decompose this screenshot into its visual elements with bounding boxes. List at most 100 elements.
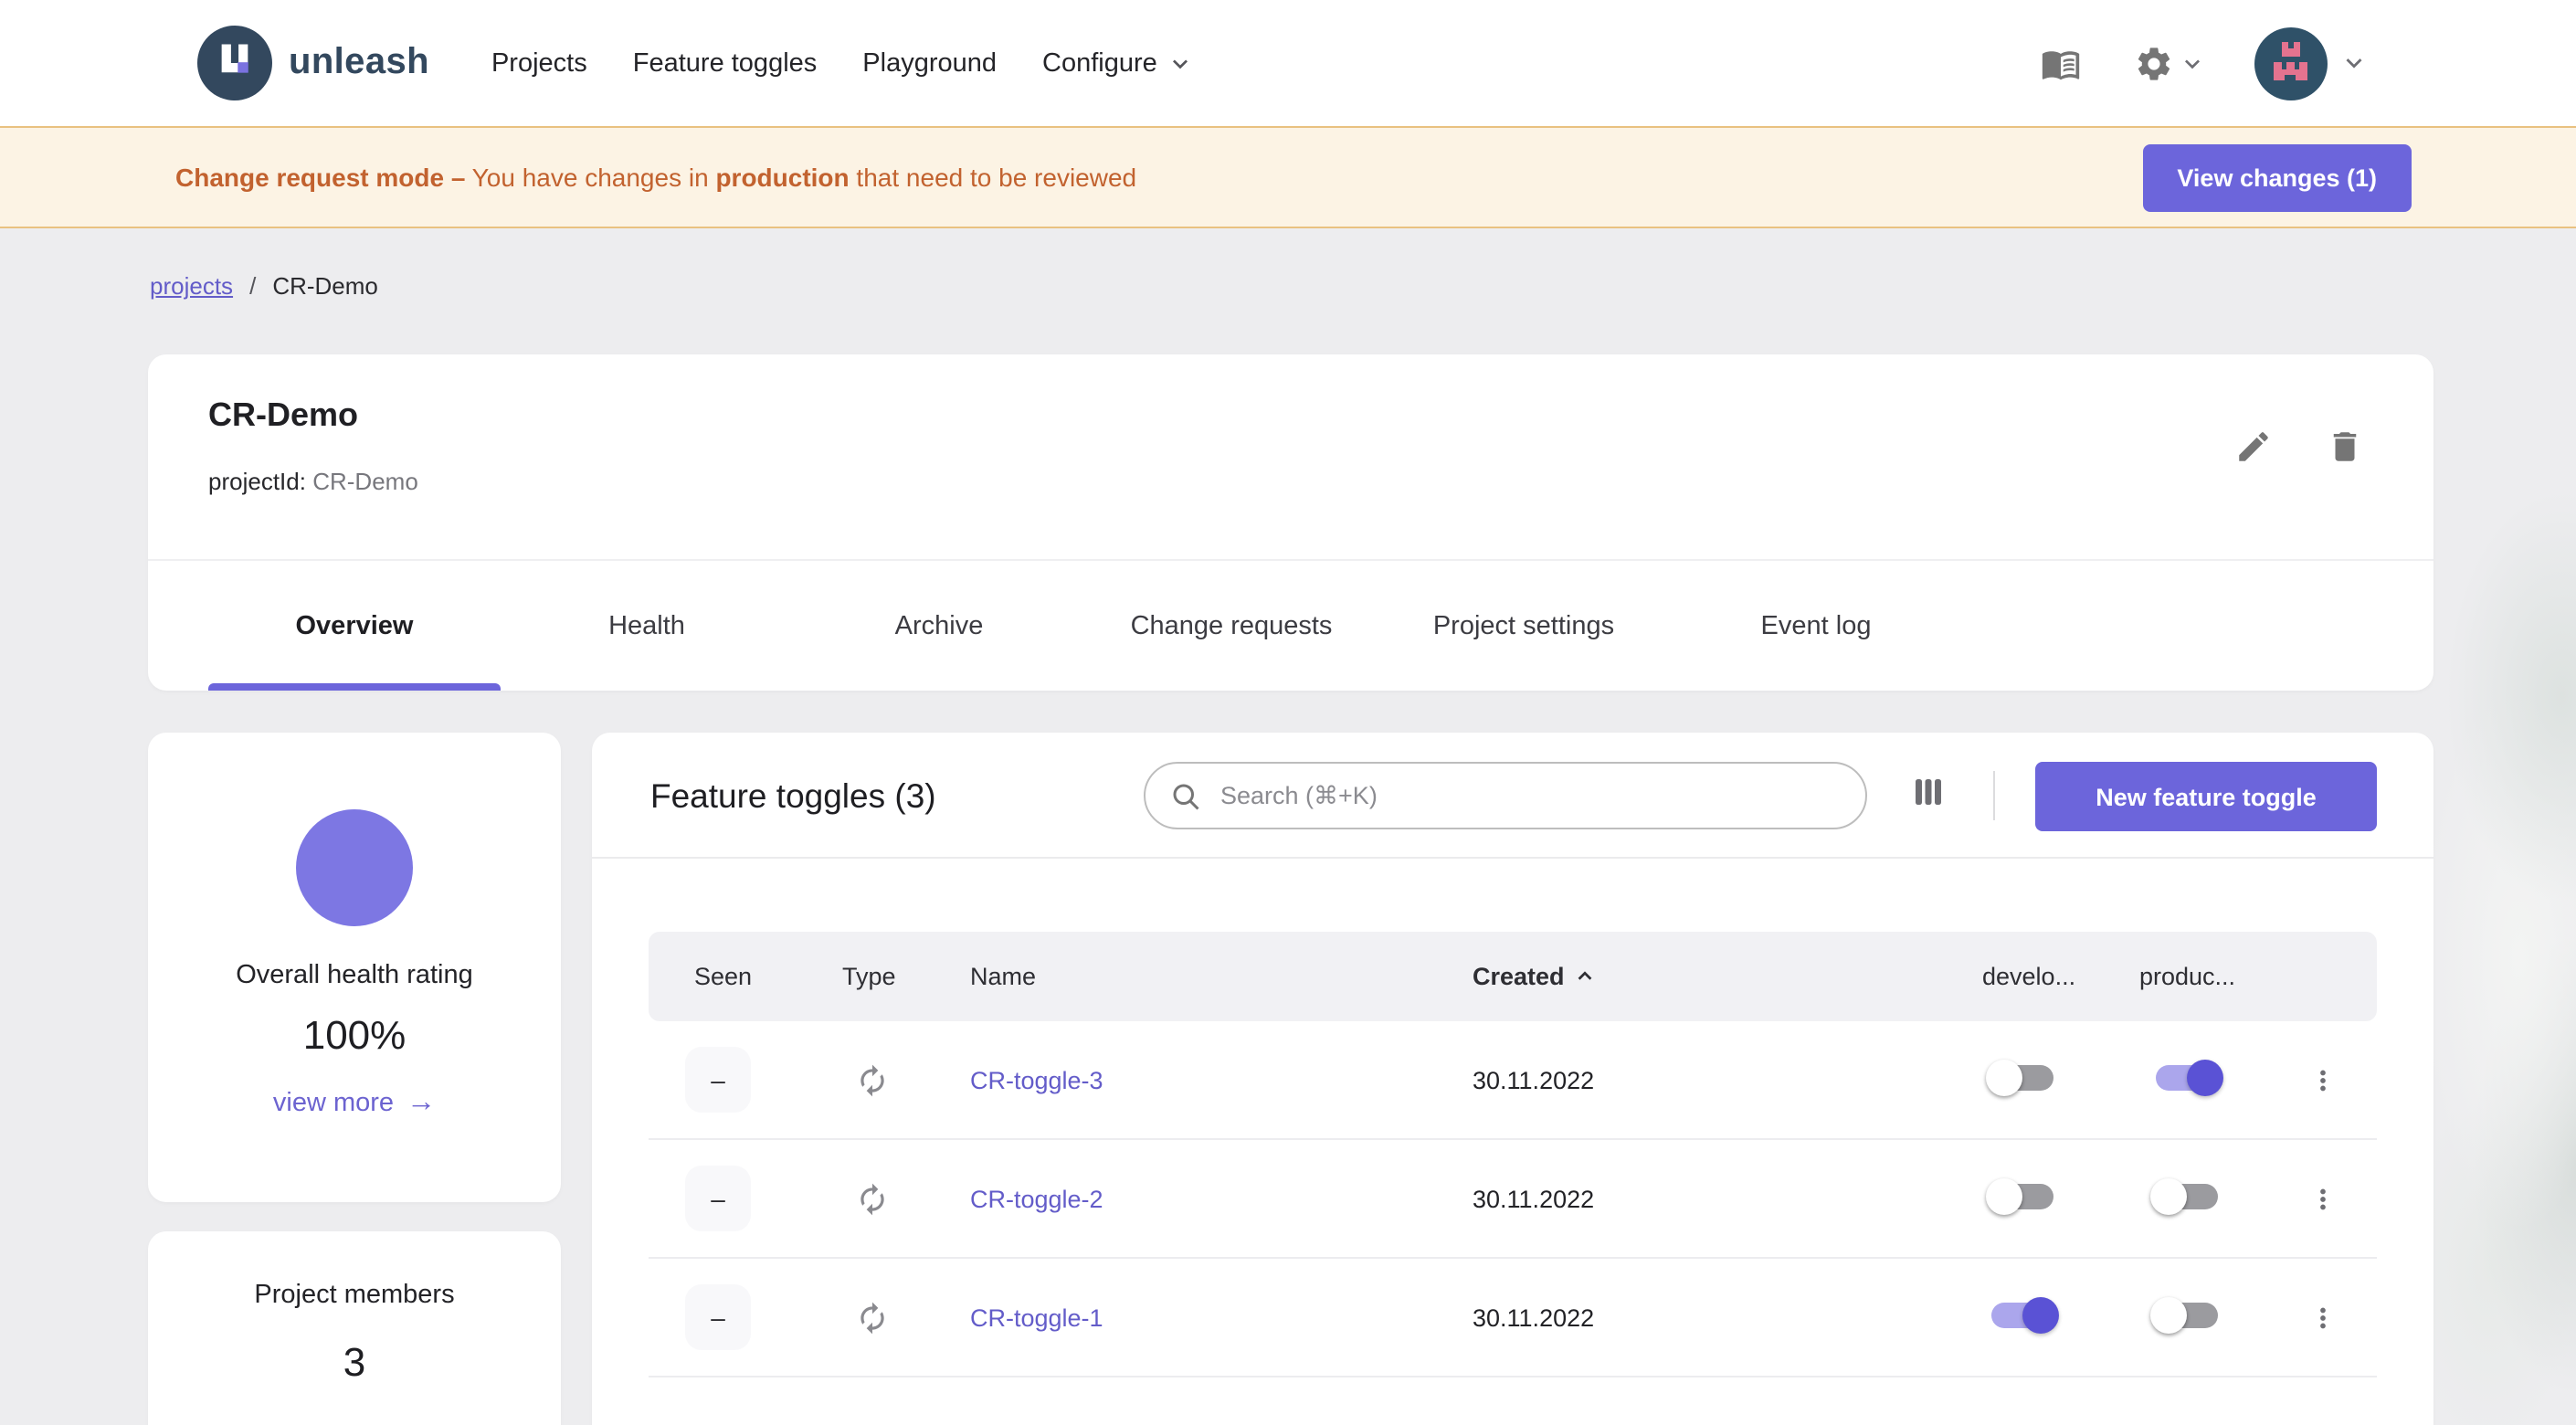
production-toggle[interactable] [2150, 1059, 2223, 1095]
project-members-card: Project members 3 [148, 1231, 561, 1425]
settings-gear-menu[interactable] [2134, 43, 2207, 83]
edit-pencil-icon[interactable] [2234, 428, 2273, 466]
user-profile-menu[interactable] [2254, 26, 2370, 100]
project-header-card: CR-Demo projectId: CR-Demo Overview Heal… [148, 354, 2433, 691]
created-date: 30.11.2022 [1473, 1304, 1595, 1331]
columns-icon[interactable] [1909, 773, 1948, 811]
gear-icon [2134, 43, 2174, 83]
seen-badge: – [685, 1284, 751, 1350]
tab-event-log[interactable]: Event log [1670, 561, 1962, 691]
tab-archive[interactable]: Archive [793, 561, 1085, 691]
column-header-created[interactable]: Created [1452, 963, 1964, 990]
tab-label: Event log [1760, 611, 1872, 640]
nav-configure-label: Configure [1042, 48, 1157, 78]
avatar [2254, 26, 2328, 100]
top-navbar: unleash Projects Feature toggles Playgro… [0, 0, 2576, 126]
toggle-type-icon [806, 1300, 959, 1335]
view-more-label: view more [272, 1089, 395, 1118]
logo-wordmark: unleash [289, 42, 429, 82]
table-header-row: Seen Type Name Created develo... produc.… [649, 932, 2377, 1021]
breadcrumb-separator: / [249, 272, 257, 300]
tab-overview[interactable]: Overview [208, 561, 501, 691]
unleash-app: unleash Projects Feature toggles Playgro… [0, 0, 2576, 1425]
project-header: CR-Demo projectId: CR-Demo [148, 354, 2433, 561]
column-header-type[interactable]: Type [806, 963, 959, 990]
created-date: 30.11.2022 [1473, 1066, 1595, 1093]
panel-title: Feature toggles (3) [650, 776, 936, 815]
docs-book-icon[interactable] [2041, 43, 2081, 83]
health-rating-circle [296, 809, 413, 926]
health-rating-value: 100% [302, 1012, 406, 1058]
health-rating-card: Overall health rating 100% view more → [148, 733, 561, 1202]
production-toggle[interactable] [2150, 1177, 2223, 1214]
development-toggle[interactable] [1986, 1059, 2059, 1095]
breadcrumb: projects / CR-Demo [150, 272, 378, 300]
health-rating-label: Overall health rating [236, 961, 473, 990]
project-tabs: Overview Health Archive Change requests … [148, 561, 2433, 691]
feature-toggles-panel: Feature toggles (3) New feature toggle S… [592, 733, 2433, 1425]
column-header-development[interactable]: develo... [1964, 963, 2121, 990]
nav-projects[interactable]: Projects [491, 48, 587, 78]
background-art [2433, 384, 2576, 1425]
column-header-name[interactable]: Name [959, 963, 1452, 990]
tab-label: Overview [295, 611, 414, 640]
search-box [1144, 762, 1867, 829]
feature-toggle-link[interactable]: CR-toggle-2 [959, 1185, 1103, 1212]
kebab-menu-icon[interactable] [2286, 1064, 2377, 1095]
header-divider [1993, 771, 1995, 820]
created-date: 30.11.2022 [1473, 1185, 1595, 1212]
project-members-count: 3 [343, 1339, 366, 1385]
primary-nav: Projects Feature toggles Playground Conf… [491, 48, 1196, 78]
project-actions [2234, 428, 2364, 466]
tab-label: Change requests [1130, 611, 1333, 640]
breadcrumb-projects-link[interactable]: projects [150, 272, 233, 300]
toggle-type-icon [806, 1181, 959, 1216]
breadcrumb-current: CR-Demo [272, 272, 378, 300]
kebab-menu-icon[interactable] [2286, 1302, 2377, 1333]
new-feature-toggle-button[interactable]: New feature toggle [2035, 762, 2377, 831]
search-icon [1169, 779, 1202, 812]
panel-header: Feature toggles (3) New feature toggle [592, 733, 2433, 859]
project-members-label: Project members [254, 1281, 455, 1310]
view-changes-button[interactable]: View changes (1) [2142, 144, 2412, 212]
table-row: – CR-toggle-2 30.11.2022 [649, 1140, 2377, 1259]
delete-trash-icon[interactable] [2326, 428, 2364, 466]
banner-title: Change request mode – [175, 163, 466, 192]
banner-message: Change request mode – You have changes i… [175, 163, 1136, 192]
column-header-seen[interactable]: Seen [649, 963, 806, 990]
project-id-label: projectId: [208, 468, 306, 495]
nav-feature-toggles[interactable]: Feature toggles [633, 48, 818, 78]
unleash-logo[interactable]: unleash [197, 26, 429, 100]
search-input[interactable] [1217, 780, 1843, 811]
project-title: CR-Demo [208, 396, 359, 433]
development-toggle[interactable] [1986, 1296, 2059, 1333]
chevron-down-icon [2338, 48, 2370, 79]
created-label: Created [1473, 963, 1565, 990]
tab-project-settings[interactable]: Project settings [1378, 561, 1670, 691]
column-header-production[interactable]: produc... [2121, 963, 2286, 990]
project-id: projectId: CR-Demo [208, 468, 418, 495]
banner-text-1: You have changes in [465, 163, 716, 192]
feature-toggles-table: Seen Type Name Created develo... produc.… [649, 932, 2377, 1378]
unleash-logo-icon [197, 26, 272, 100]
feature-toggle-link[interactable]: CR-toggle-3 [959, 1066, 1103, 1093]
feature-toggle-link[interactable]: CR-toggle-1 [959, 1304, 1103, 1331]
tab-label: Health [608, 611, 685, 640]
view-more-link[interactable]: view more → [273, 1087, 436, 1120]
project-id-value: CR-Demo [312, 468, 418, 495]
development-toggle[interactable] [1986, 1177, 2059, 1214]
chevron-down-icon [1167, 48, 1196, 78]
arrow-right-icon: → [406, 1087, 437, 1118]
nav-configure[interactable]: Configure [1042, 48, 1196, 78]
banner-text-2: that need to be reviewed [849, 163, 1137, 192]
production-toggle[interactable] [2150, 1296, 2223, 1333]
nav-playground[interactable]: Playground [862, 48, 997, 78]
kebab-menu-icon[interactable] [2286, 1183, 2377, 1214]
chevron-down-icon [2178, 48, 2207, 78]
tab-health[interactable]: Health [501, 561, 793, 691]
table-row: – CR-toggle-3 30.11.2022 [649, 1021, 2377, 1140]
toggle-type-icon [806, 1062, 959, 1097]
tab-change-requests[interactable]: Change requests [1085, 561, 1378, 691]
navbar-right [2041, 26, 2370, 100]
sort-ascending-icon [1576, 966, 1596, 987]
